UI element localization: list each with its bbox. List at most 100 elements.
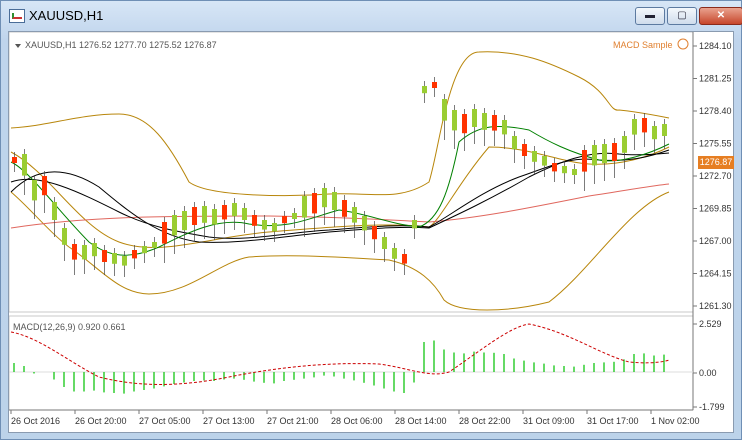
price-panel[interactable] <box>8 31 694 313</box>
candle-body <box>542 156 547 166</box>
time-tick-label: 26 Oct 2016 <box>11 416 60 426</box>
candle-body <box>22 154 27 176</box>
candle-body <box>312 193 317 214</box>
time-tick-label: 28 Oct 14:00 <box>395 416 447 426</box>
macd-axis: 2.529 0.00 -1.799 <box>693 319 725 412</box>
macd-tick-label: 0.00 <box>699 368 717 378</box>
candle-body <box>492 115 497 131</box>
candle-body <box>192 207 197 225</box>
candle-body <box>12 157 17 163</box>
macd-tick-label: 2.529 <box>699 319 722 329</box>
time-tick-label: 31 Oct 09:00 <box>523 416 575 426</box>
price-tick-label: 1264.15 <box>699 269 732 279</box>
candle-body <box>372 226 377 240</box>
candle-body <box>612 143 617 161</box>
chart-canvas[interactable]: 1284.10 1281.25 1278.40 1275.55 1272.70 1269.… <box>8 31 734 433</box>
chart-icon <box>9 9 25 23</box>
current-price-label: 1276.87 <box>698 156 734 169</box>
candle-body <box>52 202 57 220</box>
candle-body <box>562 166 567 174</box>
time-tick-label: 26 Oct 20:00 <box>75 416 127 426</box>
candle-body <box>232 203 237 217</box>
minimize-button[interactable]: ▬ <box>635 7 665 25</box>
candle-body <box>472 109 477 127</box>
candle-body <box>242 208 247 220</box>
candle-body <box>92 243 97 257</box>
candle-body <box>332 192 337 210</box>
candle-body <box>122 256 127 266</box>
candle-body <box>482 113 487 130</box>
candle-body <box>32 180 37 201</box>
candle-body <box>102 250 107 262</box>
candle-body <box>392 248 397 259</box>
candle-body <box>592 145 597 166</box>
candle-body <box>602 144 607 164</box>
candle-body <box>582 150 587 172</box>
candle-body <box>262 220 267 230</box>
candle-body <box>412 220 417 229</box>
expert-advisor-label[interactable]: MACD Sample <box>613 40 673 50</box>
candle-body <box>352 207 357 223</box>
time-tick-label: 1 Nov 02:00 <box>651 416 700 426</box>
candle-body <box>42 176 47 196</box>
candle-body <box>362 216 367 231</box>
candle-body <box>142 246 147 254</box>
candle-body <box>132 250 137 259</box>
price-tick-label: 1261.30 <box>699 301 732 311</box>
candle-body <box>72 244 77 260</box>
price-tick-label: 1272.70 <box>699 171 732 181</box>
time-tick-label: 27 Oct 21:00 <box>267 416 319 426</box>
candle-body <box>152 242 157 248</box>
time-tick-label: 28 Oct 06:00 <box>331 416 383 426</box>
candle-body <box>422 86 427 94</box>
macd-tick-label: -1.799 <box>699 402 725 412</box>
candle-body <box>452 110 457 131</box>
candle-body <box>442 99 447 121</box>
candle-body <box>82 245 87 260</box>
time-tick-label: 27 Oct 05:00 <box>139 416 191 426</box>
candle-body <box>162 222 167 244</box>
price-tick-label: 1267.00 <box>699 236 732 246</box>
candle-body <box>62 228 67 245</box>
candle-body <box>502 120 507 135</box>
candle-body <box>182 211 187 231</box>
candle-body <box>402 254 407 264</box>
time-tick-label: 31 Oct 17:00 <box>587 416 639 426</box>
candle-body <box>652 126 657 140</box>
time-axis: 26 Oct 2016 26 Oct 20:00 27 Oct 05:00 27 Oc… <box>10 410 700 426</box>
candle-body <box>572 169 577 175</box>
price-panel-header: XAUUSD,H1 1276.52 1277.70 1275.52 1276.8… <box>25 40 217 50</box>
candle-body <box>532 151 537 162</box>
price-tick-label: 1269.85 <box>699 204 732 214</box>
candle-body <box>632 119 637 135</box>
candle-body <box>382 237 387 249</box>
candle-body <box>222 205 227 220</box>
price-tick-label: 1284.10 <box>699 41 732 51</box>
close-button[interactable]: ✕ <box>699 7 742 25</box>
price-tick-label: 1278.40 <box>699 106 732 116</box>
chart-svg[interactable]: 1284.10 1281.25 1278.40 1275.55 1272.70 1269.… <box>8 31 733 432</box>
chart-window: XAUUSD,H1 ▬ ▢ ✕ 1284.10 1281.25 1278.40 127… <box>0 0 742 440</box>
candle-body <box>302 196 307 218</box>
candle-body <box>282 216 287 224</box>
candle-body <box>462 114 467 134</box>
price-axis: 1284.10 1281.25 1278.40 1275.55 1272.70 1269.… <box>693 41 732 311</box>
time-tick-label: 28 Oct 22:00 <box>459 416 511 426</box>
time-tick-label: 27 Oct 13:00 <box>203 416 255 426</box>
candle-body <box>342 200 347 217</box>
window-title: XAUUSD,H1 <box>29 8 104 23</box>
candle-body <box>212 209 217 225</box>
candle-body <box>252 215 257 226</box>
candle-body <box>322 188 327 208</box>
price-tick-label: 1275.55 <box>699 139 732 149</box>
candle-body <box>512 136 517 150</box>
maximize-button[interactable]: ▢ <box>667 7 697 25</box>
candle-body <box>202 206 207 223</box>
candle-body <box>172 215 177 236</box>
candle-body <box>522 144 527 156</box>
candle-body <box>662 124 667 136</box>
candle-body <box>552 163 557 172</box>
candle-body <box>432 82 437 88</box>
price-tick-label: 1281.25 <box>699 74 732 84</box>
title-bar[interactable]: XAUUSD,H1 ▬ ▢ ✕ <box>1 1 742 31</box>
